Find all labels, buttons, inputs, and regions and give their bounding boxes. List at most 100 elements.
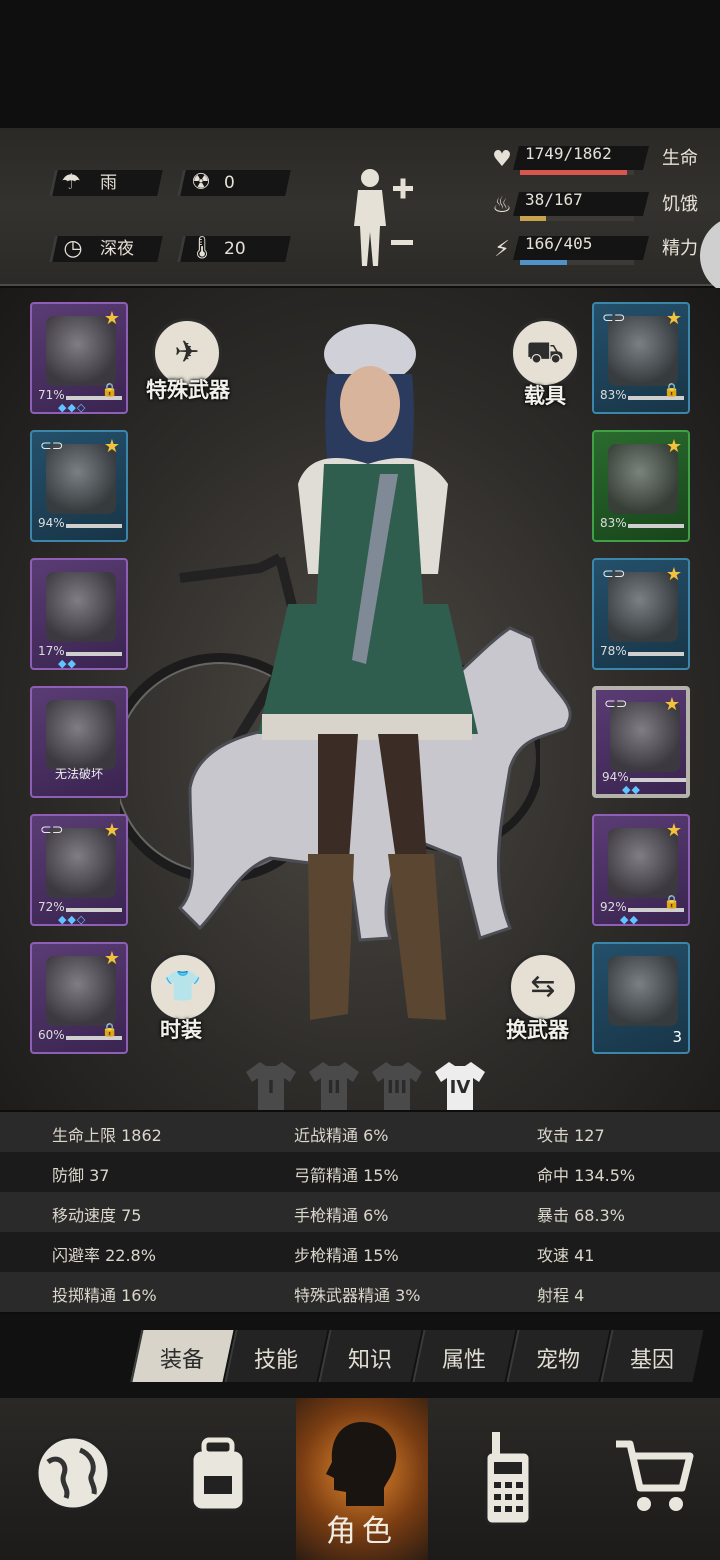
gem-sockets: ◆◆ bbox=[622, 783, 641, 796]
item-count: 3 bbox=[672, 1028, 682, 1046]
link-icon: ⊂⊃ bbox=[602, 566, 626, 582]
link-icon: ⊂⊃ bbox=[604, 696, 628, 712]
temperature-value: 20 bbox=[224, 239, 246, 259]
health-stat: ♥ 1749/1862 生命 bbox=[488, 142, 720, 178]
outfit-tab-label: IV bbox=[449, 1077, 471, 1098]
swap-weapon-label: 换武器 bbox=[506, 1018, 569, 1042]
swap-weapon-button[interactable]: ⇆ bbox=[508, 952, 578, 1022]
energy-value: 166/405 bbox=[525, 234, 593, 253]
equip-slot-vest[interactable]: ⊂⊃ ★ 78% bbox=[592, 558, 690, 670]
outfit-tab-1[interactable]: I bbox=[244, 1058, 298, 1112]
shopping-cart-icon[interactable] bbox=[612, 1436, 696, 1516]
outfit-tab-2[interactable]: II bbox=[307, 1058, 361, 1112]
character-head-icon[interactable] bbox=[320, 1418, 404, 1510]
hunger-bar bbox=[520, 216, 634, 221]
equip-slot-jacket[interactable]: 17% ◆◆ bbox=[30, 558, 128, 670]
weather-label: 雨 bbox=[100, 173, 117, 193]
globe-icon[interactable] bbox=[34, 1434, 112, 1512]
outfit-tab-3[interactable]: III bbox=[370, 1058, 424, 1112]
stat-cell: 手枪精通 6% bbox=[294, 1206, 389, 1225]
lock-icon: 🔒 bbox=[101, 1023, 118, 1038]
dynamite-icon bbox=[608, 956, 678, 1026]
equip-slot-backpack[interactable]: 无法破坏 bbox=[30, 686, 128, 798]
equip-slot-boots[interactable]: ★ 60% 🔒 bbox=[30, 942, 128, 1054]
stat-cell: 射程 4 bbox=[537, 1286, 585, 1305]
clock-icon: ◷ bbox=[63, 236, 83, 261]
hunger-fill bbox=[520, 216, 546, 221]
durability-percent: 72% bbox=[38, 900, 65, 914]
durability-bar bbox=[66, 652, 122, 656]
side-pull-tab[interactable] bbox=[700, 216, 720, 296]
durability-percent: 60% bbox=[38, 1028, 65, 1042]
stat-cell: 移动速度 75 bbox=[52, 1206, 142, 1225]
stat-cell: 防御 37 bbox=[52, 1166, 110, 1185]
rain-cloud-icon: ☂ bbox=[61, 170, 81, 195]
missiles-icon: ✈ bbox=[174, 335, 200, 370]
vehicle-button[interactable]: ⛟ bbox=[510, 318, 580, 388]
star-icon: ★ bbox=[665, 820, 682, 841]
unbreakable-label: 无法破坏 bbox=[54, 767, 103, 781]
durability-bar bbox=[66, 524, 122, 528]
health-fill bbox=[520, 170, 628, 175]
durability-bar bbox=[628, 652, 684, 656]
stats-row: 投掷精通 16% 特殊武器精通 3% 射程 4 bbox=[0, 1272, 720, 1312]
tab-label: 基因 bbox=[629, 1348, 674, 1373]
hunger-name: 饥饿 bbox=[662, 194, 698, 215]
stats-table: 生命上限 1862 近战精通 6% 攻击 127 防御 37 弓箭精通 15% 命中 13… bbox=[0, 1112, 720, 1314]
heart-icon: ♥ bbox=[492, 147, 512, 172]
body-adjust-icon[interactable] bbox=[346, 166, 420, 270]
stat-cell: 闪避率 22.8% bbox=[52, 1246, 156, 1265]
equip-slot-helmet[interactable]: ★ 71% 🔒 ◆◆◇ bbox=[30, 302, 128, 414]
tab-label: 宠物 bbox=[535, 1348, 580, 1373]
stat-cell: 近战精通 6% bbox=[294, 1126, 389, 1145]
top-blank-band bbox=[0, 0, 720, 128]
stat-cell: 投掷精通 16% bbox=[52, 1286, 157, 1305]
nav-character-label: 角色 bbox=[326, 1514, 398, 1549]
equip-slot-pants[interactable]: ⊂⊃ ★ 72% ◆◆◇ bbox=[30, 814, 128, 926]
stat-cell: 攻速 41 bbox=[537, 1246, 595, 1265]
backpack-icon bbox=[46, 700, 116, 770]
swap-arrows-icon: ⇆ bbox=[530, 969, 556, 1004]
fashion-button[interactable]: 👕 bbox=[148, 952, 218, 1022]
outfit-tab-label: I bbox=[267, 1077, 275, 1098]
equip-slot-mask[interactable]: ★ 83% bbox=[592, 430, 690, 542]
durability-percent: 94% bbox=[38, 516, 65, 530]
durability-percent: 71% bbox=[38, 388, 65, 402]
stat-cell: 生命上限 1862 bbox=[52, 1126, 162, 1145]
outfit-tab-4[interactable]: IV bbox=[433, 1058, 487, 1112]
durability-bar bbox=[66, 908, 122, 912]
radio-icon[interactable] bbox=[478, 1430, 538, 1530]
motorcycle-icon: ⛟ bbox=[526, 335, 564, 370]
star-icon: ★ bbox=[103, 436, 120, 457]
stats-row: 移动速度 75 手枪精通 6% 暴击 68.3% bbox=[0, 1192, 720, 1232]
equip-slot-shirt[interactable]: ⊂⊃ ★ 94% bbox=[30, 430, 128, 542]
fashion-label: 时装 bbox=[160, 1018, 202, 1042]
star-icon: ★ bbox=[103, 820, 120, 841]
gem-sockets: ◆◆ bbox=[620, 913, 639, 926]
tab-label: 装备 bbox=[159, 1348, 204, 1373]
lock-icon: 🔒 bbox=[663, 383, 680, 398]
star-icon: ★ bbox=[103, 308, 120, 329]
energy-fill bbox=[520, 260, 567, 265]
link-icon: ⊂⊃ bbox=[40, 438, 64, 454]
health-value: 1749/1862 bbox=[525, 144, 612, 163]
durability-percent: 92% bbox=[600, 900, 627, 914]
tab-label: 技能 bbox=[253, 1348, 298, 1373]
stomach-icon: ♨ bbox=[492, 193, 512, 218]
durability-bar bbox=[628, 524, 684, 528]
backpack-icon[interactable] bbox=[178, 1436, 258, 1516]
equip-slot-bow[interactable]: ⊂⊃ ★ 94% ◆◆ bbox=[592, 686, 690, 798]
stat-cell: 弓箭精通 15% bbox=[294, 1166, 399, 1185]
equip-slot-machete[interactable]: ★ 92% 🔒 ◆◆ bbox=[592, 814, 690, 926]
star-icon: ★ bbox=[103, 948, 120, 969]
radiation-value: 0 bbox=[224, 173, 235, 193]
tshirt-icon: 👕 bbox=[164, 969, 202, 1004]
equip-slot-dynamite[interactable]: 3 bbox=[592, 942, 690, 1054]
tab-label: 属性 bbox=[441, 1348, 486, 1373]
durability-percent: 78% bbox=[600, 644, 627, 658]
stat-cell: 攻击 127 bbox=[537, 1126, 605, 1145]
lightning-icon: ⚡ bbox=[494, 237, 510, 262]
hunger-value: 38/167 bbox=[525, 190, 583, 209]
gem-sockets: ◆◆◇ bbox=[58, 913, 87, 926]
equip-slot-glasses[interactable]: ⊂⊃ ★ 83% 🔒 bbox=[592, 302, 690, 414]
